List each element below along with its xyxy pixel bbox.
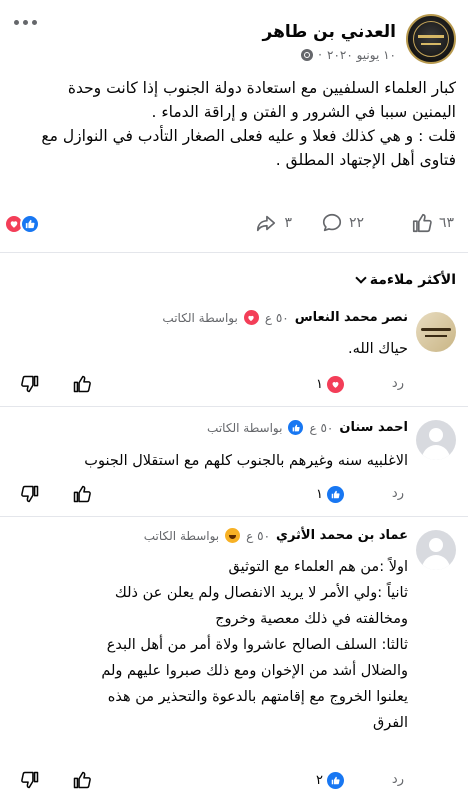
comment-text-line: اولاً :من هم العلماء مع التوثيق xyxy=(228,559,409,575)
share-button[interactable]: ٣ xyxy=(254,212,292,234)
comment-text-line: حياك الله. xyxy=(348,341,408,357)
comment-like-button[interactable] xyxy=(72,374,92,394)
post-text-line: فتاوى أهل الإجتهاد المطلق . xyxy=(275,151,456,169)
author-avatar[interactable] xyxy=(406,14,456,64)
reply-button[interactable]: رد xyxy=(392,772,404,787)
comment-actions: رد ٢ xyxy=(0,770,468,794)
comment-text-line: ثالثا: السلف الصالح عاشروا ولاة أمر من أ… xyxy=(106,637,408,653)
comment-button[interactable]: ٢٢ xyxy=(321,212,364,234)
comment-dislike-button[interactable] xyxy=(20,374,40,394)
commenter-avatar[interactable] xyxy=(416,312,456,352)
post-text-line: كبار العلماء السلفيين مع استعادة دولة ال… xyxy=(67,79,456,97)
like-icon xyxy=(73,485,91,503)
comment-text-line: ومخالفته في ذلك معصية وخروج xyxy=(215,611,408,627)
reply-button[interactable]: رد xyxy=(392,486,404,501)
post-header: العدني بن طاهر ١٠ يونيو ٢٠٢٠ · xyxy=(0,10,468,70)
commenter-avatar[interactable] xyxy=(416,420,456,460)
comment-time[interactable]: ٥٠ ع xyxy=(309,421,333,435)
dislike-icon xyxy=(21,485,39,503)
comment-reaction-count[interactable]: ١ xyxy=(316,376,344,393)
sort-label: الأكثر ملاءمة xyxy=(369,272,456,288)
comment-text-line: الاغلبيه سنه وغيرهم بالجنوب كلهم مع استق… xyxy=(84,453,408,469)
post-actions-bar: ٦٣ ٢٢ ٣ xyxy=(0,208,468,240)
comment-actions: رد ١ xyxy=(0,484,468,508)
comment-dislike-button[interactable] xyxy=(20,484,40,504)
comment-reaction-count[interactable]: ٢ xyxy=(316,772,344,789)
divider xyxy=(0,516,468,517)
post-date[interactable]: ١٠ يونيو ٢٠٢٠ xyxy=(327,48,396,62)
chevron-down-icon xyxy=(355,272,367,284)
comment-text-line: والضلال أشد من الإخوان ومع ذلك صبروا علي… xyxy=(101,663,408,679)
by-author-label: بواسطة الكاتب xyxy=(143,528,220,543)
comment-header: عماد بن محمد الأثري ٥٠ ع بواسطة الكاتب xyxy=(144,528,408,543)
reaction-count-value: ٢ xyxy=(316,773,323,788)
by-author-label: بواسطة الكاتب xyxy=(207,420,283,435)
comment-icon xyxy=(322,213,342,232)
like-icon xyxy=(73,375,91,393)
comment-like-button[interactable] xyxy=(72,484,92,504)
love-badge-icon xyxy=(243,310,259,325)
comment-text-line: ثانياً :ولي الأمر لا يريد الانفصال ولم ي… xyxy=(114,585,408,601)
commenter-name[interactable]: عماد بن محمد الأثري xyxy=(276,528,408,543)
comment-text: اولاً :من هم العلماء مع التوثيق ثانياً :… xyxy=(6,554,408,736)
reply-button[interactable]: رد xyxy=(392,376,404,391)
post-text: كبار العلماء السلفيين مع استعادة دولة ال… xyxy=(6,76,456,172)
like-button[interactable]: ٦٣ xyxy=(411,212,454,234)
comment-text-line: يعلنوا الخروج مع إقامتهم بالدعوة والتحذي… xyxy=(107,689,408,705)
share-count: ٣ xyxy=(284,215,292,231)
post-meta: ١٠ يونيو ٢٠٢٠ · xyxy=(301,48,396,62)
divider xyxy=(0,252,468,253)
like-icon xyxy=(412,213,432,233)
divider xyxy=(0,406,468,407)
comment-dislike-button[interactable] xyxy=(20,770,40,790)
comment-actions: رد ١ xyxy=(0,374,468,398)
reaction-count-value: ١ xyxy=(316,377,323,392)
like-reaction-icon xyxy=(326,486,344,503)
reaction-summary[interactable] xyxy=(4,214,40,234)
like-reaction-icon xyxy=(326,772,344,789)
like-count: ٦٣ xyxy=(438,215,454,231)
globe-icon xyxy=(301,49,314,61)
comment-count: ٢٢ xyxy=(348,215,364,231)
more-icon[interactable] xyxy=(14,20,37,25)
dislike-icon xyxy=(21,375,39,393)
comment-sort-dropdown[interactable]: الأكثر ملاءمة xyxy=(355,272,456,288)
share-icon xyxy=(257,215,276,232)
post-text-line: اليمنين سببا في الشرور و الفتن و إراقة ا… xyxy=(151,103,456,121)
post-text-line: قلت : و هي كذلك فعلا و عليه فعلى الصغار … xyxy=(41,127,456,145)
reaction-count-value: ١ xyxy=(316,487,323,502)
dot-separator: · xyxy=(318,48,322,62)
comment-reaction-count[interactable]: ١ xyxy=(316,486,344,503)
comment-time[interactable]: ٥٠ ع xyxy=(265,311,289,325)
comment-like-button[interactable] xyxy=(72,770,92,790)
love-reaction-icon xyxy=(326,376,344,393)
by-author-label: بواسطة الكاتب xyxy=(162,310,238,325)
like-badge-icon xyxy=(288,420,304,435)
commenter-name[interactable]: احمد سنان xyxy=(339,420,408,435)
comment-header: نصر محمد النعاس ٥٠ ع بواسطة الكاتب xyxy=(162,310,408,325)
commenter-avatar[interactable] xyxy=(416,530,456,570)
comment-header: احمد سنان ٥٠ ع بواسطة الكاتب xyxy=(207,420,408,435)
dislike-icon xyxy=(21,771,39,789)
haha-badge-icon xyxy=(225,528,241,543)
author-name[interactable]: العدني بن طاهر xyxy=(263,22,397,42)
commenter-name[interactable]: نصر محمد النعاس xyxy=(295,310,408,325)
comment-time[interactable]: ٥٠ ع xyxy=(246,529,270,543)
comment-text: حياك الله. xyxy=(6,336,408,362)
like-reaction-icon xyxy=(20,214,40,234)
like-icon xyxy=(73,771,91,789)
comment-text: الاغلبيه سنه وغيرهم بالجنوب كلهم مع استق… xyxy=(6,448,408,474)
comment-text-line: الفرق xyxy=(372,715,408,731)
